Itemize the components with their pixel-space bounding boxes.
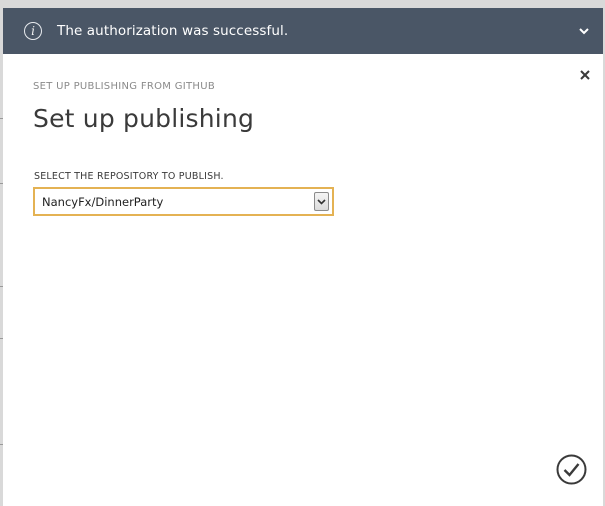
close-icon[interactable]: [578, 68, 592, 82]
notification-message: The authorization was successful.: [57, 23, 289, 39]
repository-select[interactable]: NancyFx/DinnerParty: [33, 187, 334, 216]
dialog-eyebrow: SET UP PUBLISHING FROM GITHUB: [33, 81, 216, 92]
chevron-down-icon[interactable]: [577, 24, 591, 38]
info-icon: i: [24, 22, 42, 40]
dropdown-arrow-icon[interactable]: [314, 192, 329, 211]
checkmark-circle-icon[interactable]: [556, 454, 587, 485]
setup-publishing-dialog: SET UP PUBLISHING FROM GITHUB Set up pub…: [3, 54, 603, 506]
repository-label: SELECT THE REPOSITORY TO PUBLISH.: [34, 171, 224, 182]
notification-bar: i The authorization was successful.: [3, 8, 603, 54]
repository-selected-value: NancyFx/DinnerParty: [42, 194, 164, 209]
dialog-title: Set up publishing: [33, 104, 255, 133]
